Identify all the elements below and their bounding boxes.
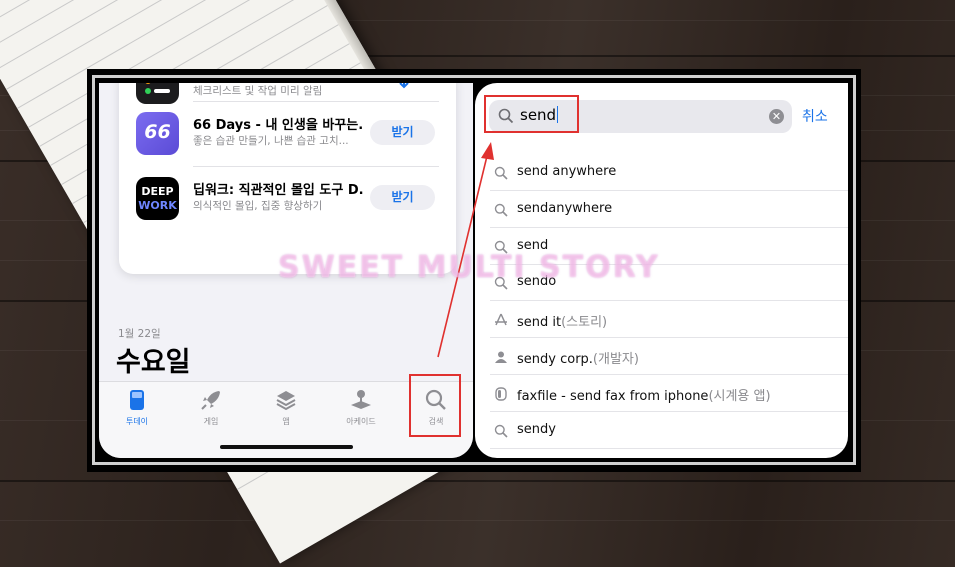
watermark-logo: SWEET MULTI STORY [278, 250, 660, 285]
